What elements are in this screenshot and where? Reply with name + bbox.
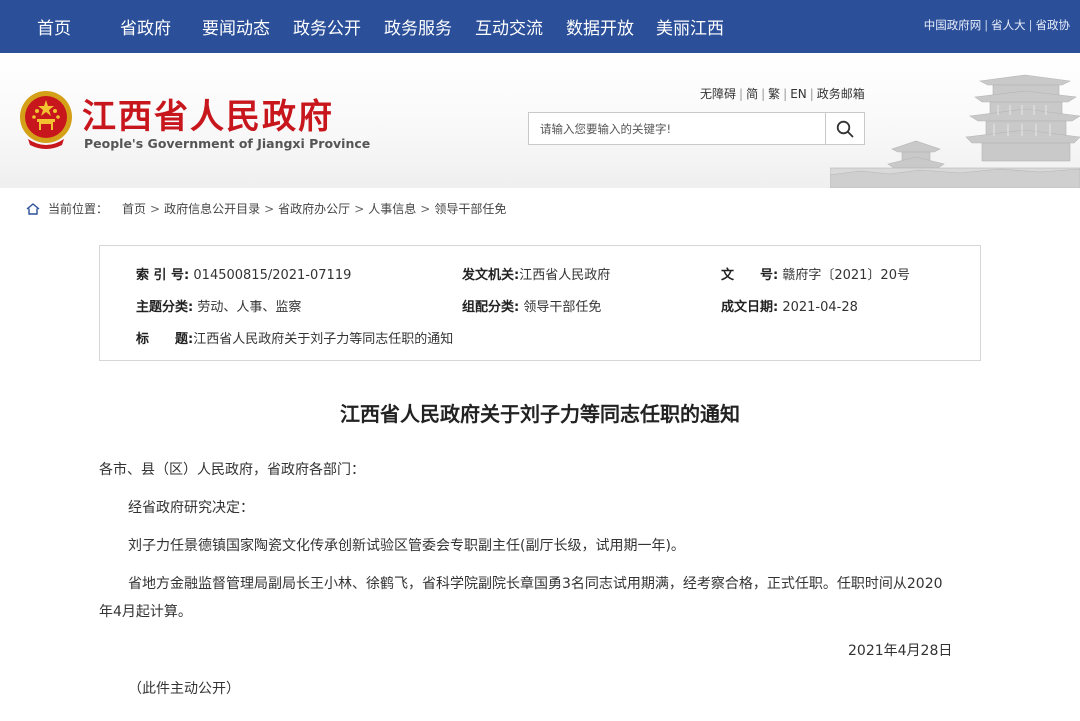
national-emblem-icon (20, 91, 72, 149)
meta-document-number: 文 号: 赣府字〔2021〕20号 (721, 268, 910, 283)
document-metadata-box: 索 引 号: 014500815/2021-07119 发文机关:江西省人民政府… (99, 245, 981, 361)
article-disclosure-note: （此件主动公开） (128, 681, 240, 697)
article-paragraph-3-line-1: 省地方金融监督管理局副局长王小林、徐鹤飞，省科学院副院长章国勇3名同志试用期满，… (128, 576, 943, 592)
nav-open-data[interactable]: 数据开放 (566, 14, 634, 39)
meta-index-number: 索 引 号: 014500815/2021-07119 (136, 268, 352, 283)
nav-provincial-government[interactable]: 省政府 (120, 14, 171, 39)
article-salutation: 各市、县（区）人民政府，省政府各部门： (99, 462, 365, 478)
nav-government-affairs-public[interactable]: 政务公开 (293, 14, 361, 39)
breadcrumb-item-appointments[interactable]: 领导干部任免 (434, 200, 506, 217)
top-nav: 首页 省政府 要闻动态 政务公开 政务服务 互动交流 数据开放 美丽江西 中国政… (0, 0, 1080, 53)
link-traditional[interactable]: 繁 (768, 87, 780, 101)
nav-interaction[interactable]: 互动交流 (475, 14, 543, 39)
link-provincial-congress[interactable]: 省人大 (991, 18, 1026, 32)
site-subtitle: People's Government of Jiangxi Province (84, 136, 371, 151)
meta-drafting-date: 成文日期: 2021-04-28 (721, 300, 858, 315)
meta-assembly-category: 组配分类: 领导干部任免 (462, 300, 602, 315)
link-english[interactable]: EN (790, 87, 807, 101)
meta-title: 标 题:江西省人民政府关于刘子力等同志任职的通知 (136, 332, 454, 347)
meta-topic-category: 主题分类: 劳动、人事、监察 (136, 300, 302, 315)
nav-news[interactable]: 要闻动态 (202, 14, 270, 39)
top-right-links: 中国政府网 | 省人大 | 省政协 (923, 18, 1071, 32)
breadcrumb-item-personnel-info[interactable]: 人事信息 (368, 200, 416, 217)
breadcrumb-item-info-directory[interactable]: 政府信息公开目录 (164, 200, 260, 217)
article-signature-date: 2021年4月28日 (848, 643, 953, 659)
link-simplified[interactable]: 简 (746, 87, 758, 101)
article-paragraph-1: 经省政府研究决定： (128, 500, 254, 516)
home-icon (26, 202, 40, 215)
meta-issuing-authority: 发文机关:江西省人民政府 (462, 268, 611, 283)
search-box (528, 112, 865, 145)
tengwang-pavilion-illustration (830, 74, 1080, 188)
article-paragraph-3-line-2: 年4月起计算。 (99, 604, 192, 620)
nav-beautiful-jiangxi[interactable]: 美丽江西 (656, 14, 724, 39)
link-accessibility[interactable]: 无障碍 (700, 87, 736, 101)
site-header: 江西省人民政府 People's Government of Jiangxi P… (0, 53, 1080, 188)
link-china-gov[interactable]: 中国政府网 (924, 18, 982, 32)
nav-government-services[interactable]: 政务服务 (384, 14, 452, 39)
search-input[interactable] (529, 113, 826, 144)
link-provincial-cppcc[interactable]: 省政协 (1036, 18, 1071, 32)
breadcrumb-item-general-office[interactable]: 省政府办公厅 (278, 200, 350, 217)
article-paragraph-2: 刘子力任景德镇国家陶瓷文化传承创新试验区管委会专职副主任(副厅长级，试用期一年)… (128, 538, 685, 554)
breadcrumb-item-home[interactable]: 首页 (122, 200, 146, 217)
breadcrumb: 当前位置： 首页 > 政府信息公开目录 > 省政府办公厅 > 人事信息 > 领导… (26, 200, 506, 217)
breadcrumb-label: 当前位置： (48, 202, 109, 216)
article-title: 江西省人民政府关于刘子力等同志任职的通知 (340, 402, 740, 426)
nav-home[interactable]: 首页 (37, 14, 71, 39)
site-title: 江西省人民政府 (82, 97, 334, 137)
